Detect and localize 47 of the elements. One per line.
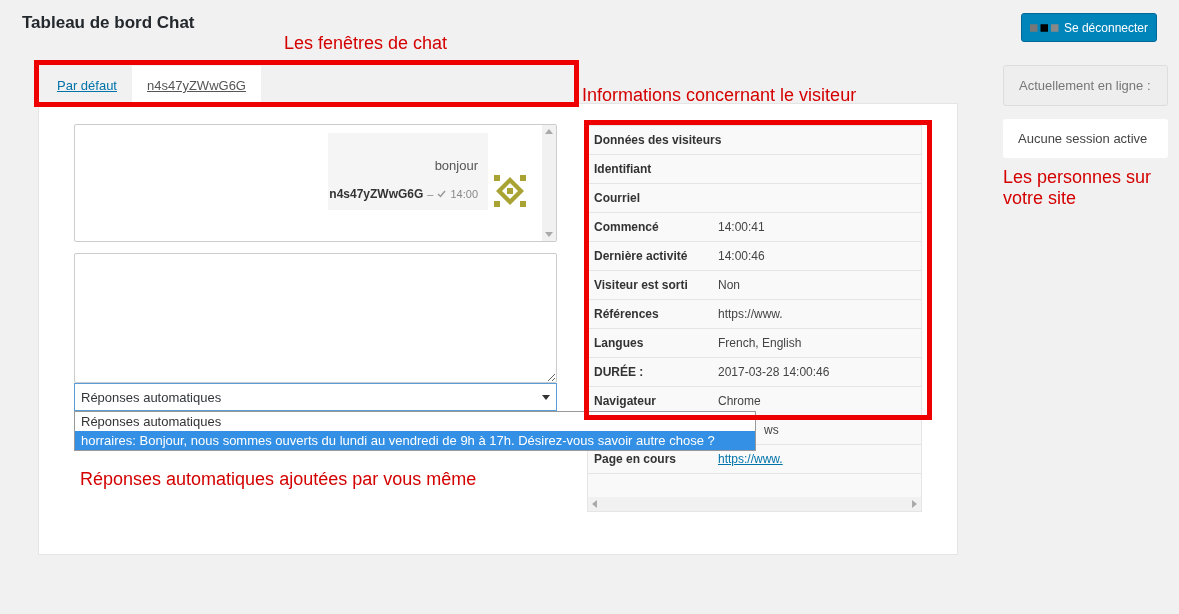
row-label: Commencé: [593, 219, 660, 235]
message-time: 14:00: [450, 188, 478, 200]
tab[interactable]: Par défaut: [42, 66, 132, 103]
table-cell-text: 14:00:46: [717, 249, 765, 263]
row-label: Références: [593, 306, 660, 322]
table-cell-text: Non: [717, 278, 740, 292]
table-cell-text: 2017-03-28 14:00:46: [717, 365, 830, 379]
avatar-icon: [492, 173, 528, 209]
message-author: n4s47yZWwG6G: [329, 187, 424, 201]
page-title: Tableau de bord Chat: [22, 13, 196, 34]
scroll-down-icon[interactable]: [545, 232, 553, 237]
annotation-text: Les fenêtres de chat: [284, 33, 448, 54]
annotation-text: Les personnes sur votre site: [1003, 167, 1153, 209]
table-cell-text: https://www.: [717, 307, 783, 321]
online-label: Actuellement en ligne :: [1003, 65, 1168, 106]
scroll-left-icon[interactable]: [592, 500, 597, 508]
message-text: bonjour: [433, 158, 478, 173]
page-link[interactable]: https://www.: [714, 452, 783, 466]
row-label: Identifiant: [593, 161, 653, 177]
check-icon: [437, 190, 447, 198]
message-input[interactable]: [74, 253, 557, 383]
row-label: Page en cours: [593, 451, 678, 467]
caret-icon: [542, 394, 550, 400]
row-label: Courriel: [593, 190, 641, 206]
annotation-text: Informations concernant le visiteur: [582, 85, 857, 106]
scrollbar[interactable]: [542, 125, 556, 241]
tab[interactable]: n4s47yZWwG6G: [132, 66, 261, 103]
row-label: Langues: [593, 335, 645, 351]
table-cell-text: 14:00:41: [717, 220, 765, 234]
logout-button[interactable]: Se déconnecter: [1020, 13, 1157, 42]
row-label: Navigateur: [593, 393, 658, 409]
row-label: Visiteur est sorti: [593, 277, 689, 293]
table-cell-text: French, English: [717, 336, 802, 350]
auto-reply-select[interactable]: Réponses automatiques: [74, 383, 557, 411]
separator: –: [427, 188, 434, 200]
row-label: Dernière activité: [593, 248, 689, 264]
dropdown-option[interactable]: horraires: Bonjour, nous sommes ouverts du lundi au vendredi de 9h à 17h. Désirez-vous savoir autre chose ?: [75, 431, 755, 450]
table-cell-text: ws: [763, 423, 779, 437]
squares-icon: [1029, 23, 1060, 32]
row-label: Données des visiteurs: [593, 132, 722, 148]
horizontal-scrollbar[interactable]: [588, 497, 921, 511]
table-cell-text: Chrome: [717, 394, 761, 408]
scroll-right-icon[interactable]: [912, 500, 917, 508]
row-label: DURÉE :: [593, 364, 645, 380]
sessions-status: Aucune session active: [1003, 119, 1168, 158]
annotation-text: Réponses automatiques ajoutées par vous même: [80, 469, 477, 490]
scroll-up-icon[interactable]: [545, 129, 553, 134]
